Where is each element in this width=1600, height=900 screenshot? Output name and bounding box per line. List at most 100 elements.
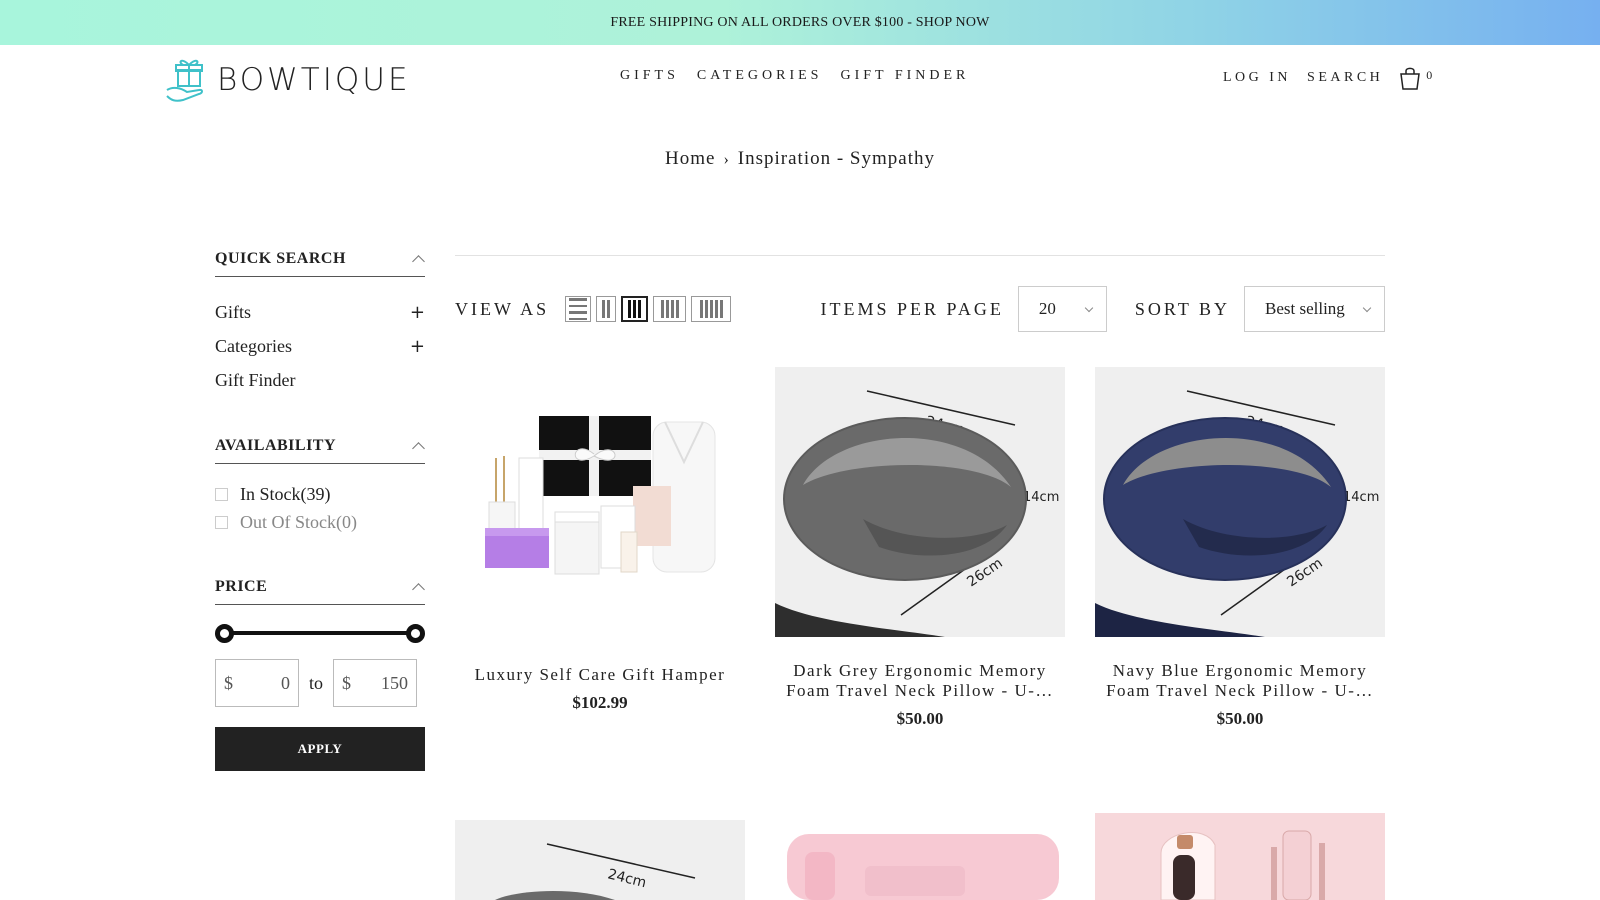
product-card[interactable]: 24cm (455, 820, 745, 900)
product-title[interactable]: Luxury Self Care Gift Hamper (455, 665, 745, 685)
sort-by-label: SORT BY (1134, 298, 1230, 319)
announcement-text[interactable]: FREE SHIPPING ON ALL ORDERS OVER $100 - … (610, 15, 989, 31)
quick-search-item-gift-finder[interactable]: Gift Finder (215, 363, 425, 397)
product-card[interactable]: 24cm 14cm 26cm Dark Grey Ergonomic Memor… (775, 367, 1065, 729)
chevron-up-icon[interactable] (412, 255, 425, 268)
breadcrumb: Home › Inspiration - Sympathy (0, 148, 1600, 170)
quick-search-title: QUICK SEARCH (215, 250, 346, 267)
list-view-icon[interactable] (565, 296, 592, 322)
view-mode-switcher (565, 296, 732, 322)
product-card[interactable] (1095, 813, 1385, 900)
toolbar-divider (455, 255, 1385, 256)
in-stock-checkbox[interactable] (215, 487, 228, 501)
items-per-page-value: 20 (1038, 299, 1056, 318)
announcement-bar[interactable]: FREE SHIPPING ON ALL ORDERS OVER $100 - … (0, 0, 1600, 45)
availability-out-of-stock[interactable]: Out Of Stock (0) (215, 508, 425, 536)
slider-handle-min[interactable] (215, 624, 234, 643)
view-as-label: VIEW AS (455, 298, 550, 319)
product-price: $50.00 (896, 709, 944, 728)
gift-hamper-image (485, 416, 716, 575)
product-image[interactable]: 24cm 14cm 26cm (775, 367, 1065, 637)
nav-categories[interactable]: CATEGORIES (697, 68, 823, 84)
main-nav: GIFTS CATEGORIES GIFT FINDER (620, 68, 987, 84)
slider-track (223, 631, 417, 635)
logo[interactable]: BOWTIQUE (165, 55, 411, 105)
dimension-label: 14cm (1023, 490, 1059, 505)
product-price: $102.99 (572, 693, 628, 712)
product-image[interactable] (1095, 813, 1385, 900)
product-card[interactable] (775, 830, 1065, 900)
quick-search-item-gifts[interactable]: Gifts + (215, 295, 425, 329)
sort-by-select[interactable]: Best selling (1244, 286, 1385, 332)
in-stock-label: In Stock (240, 483, 301, 504)
gift-hand-icon (166, 59, 203, 102)
items-per-page-select[interactable]: 20 (1017, 286, 1107, 332)
cart-count: 0 (1426, 68, 1433, 82)
sort-by-value: Best selling (1265, 299, 1345, 318)
cart-button[interactable]: 0 (1399, 66, 1432, 90)
quick-search-item-label: Gift Finder (215, 369, 296, 390)
grid-2-icon[interactable] (596, 296, 617, 322)
neck-pillow-image: 24cm 14cm 26cm (1095, 367, 1385, 637)
login-link[interactable]: LOG IN (1223, 70, 1291, 86)
product-card[interactable]: 24cm 14cm 26cm Navy Blue Ergonomic Memor… (1095, 367, 1385, 729)
chevron-up-icon[interactable] (412, 442, 425, 455)
price-max-value[interactable]: 150 (381, 673, 408, 694)
price-max-field[interactable]: $ 150 (333, 659, 418, 707)
product-title[interactable]: Dark Grey Ergonomic Memory Foam Travel N… (775, 661, 1065, 701)
grid-4-icon[interactable] (653, 296, 687, 322)
plus-icon[interactable]: + (410, 336, 425, 357)
breadcrumb-home[interactable]: Home (665, 148, 715, 169)
collection-toolbar: VIEW AS ITEMS PER PAGE 20 SORT BY Best s… (455, 286, 1385, 332)
product-image[interactable] (775, 830, 1065, 900)
product-title[interactable]: Navy Blue Ergonomic Memory Foam Travel N… (1095, 661, 1385, 701)
availability-in-stock[interactable]: In Stock (39) (215, 480, 425, 508)
dimension-label: 14cm (1343, 490, 1379, 505)
nav-gift-finder[interactable]: GIFT FINDER (840, 68, 969, 84)
in-stock-count: (39) (300, 483, 331, 504)
price-to-label: to (309, 672, 324, 693)
chevron-up-icon[interactable] (412, 583, 425, 596)
breadcrumb-separator: › (723, 151, 730, 168)
product-card[interactable]: Luxury Self Care Gift Hamper $102.99 (455, 367, 745, 713)
logo-text: BOWTIQUE (217, 62, 411, 98)
product-image[interactable]: 24cm (455, 820, 745, 900)
neck-pillow-image: 24cm 14cm 26cm (775, 367, 1065, 637)
product-price: $50.00 (1216, 709, 1264, 728)
apply-button[interactable]: APPLY (215, 727, 425, 771)
quick-search-header[interactable]: QUICK SEARCH (215, 250, 425, 277)
out-of-stock-label: Out Of Stock (240, 511, 336, 532)
out-of-stock-checkbox[interactable] (215, 515, 228, 529)
price-inputs: $ 0 to $ 150 (215, 659, 425, 707)
quick-search-item-label: Gifts (215, 301, 251, 322)
price-header[interactable]: PRICE (215, 578, 425, 605)
quick-search-item-categories[interactable]: Categories + (215, 329, 425, 363)
search-link[interactable]: SEARCH (1307, 70, 1383, 86)
product-image[interactable]: 24cm 14cm 26cm (1095, 367, 1385, 637)
grid-5-icon[interactable] (691, 296, 732, 322)
items-per-page-label: ITEMS PER PAGE (820, 298, 1004, 319)
product-image[interactable] (455, 367, 745, 637)
chevron-down-icon (1362, 303, 1372, 312)
slider-handle-max[interactable] (406, 624, 425, 643)
header-actions: LOG IN SEARCH 0 (1223, 66, 1432, 90)
price-range-slider[interactable] (215, 623, 425, 643)
availability-title: AVAILABILITY (215, 437, 337, 454)
price-title: PRICE (215, 578, 268, 595)
currency-symbol: $ (224, 672, 233, 693)
breadcrumb-current: Inspiration - Sympathy (737, 148, 935, 169)
chevron-down-icon (1084, 303, 1094, 312)
availability-header[interactable]: AVAILABILITY (215, 437, 425, 464)
price-min-field[interactable]: $ 0 (215, 659, 299, 707)
shopping-bag-icon (1400, 67, 1421, 90)
plus-icon[interactable]: + (410, 302, 425, 323)
quick-search-item-label: Categories (215, 335, 292, 356)
filter-sidebar: QUICK SEARCH Gifts + Categories + Gift F… (215, 250, 425, 771)
out-of-stock-count: (0) (336, 511, 357, 532)
grid-3-icon[interactable] (621, 296, 649, 322)
currency-symbol: $ (342, 672, 352, 693)
nav-gifts[interactable]: GIFTS (620, 68, 679, 84)
quick-search-list: Gifts + Categories + Gift Finder (215, 295, 425, 397)
price-min-value[interactable]: 0 (281, 673, 290, 694)
availability-options: In Stock (39) Out Of Stock (0) (215, 480, 425, 536)
